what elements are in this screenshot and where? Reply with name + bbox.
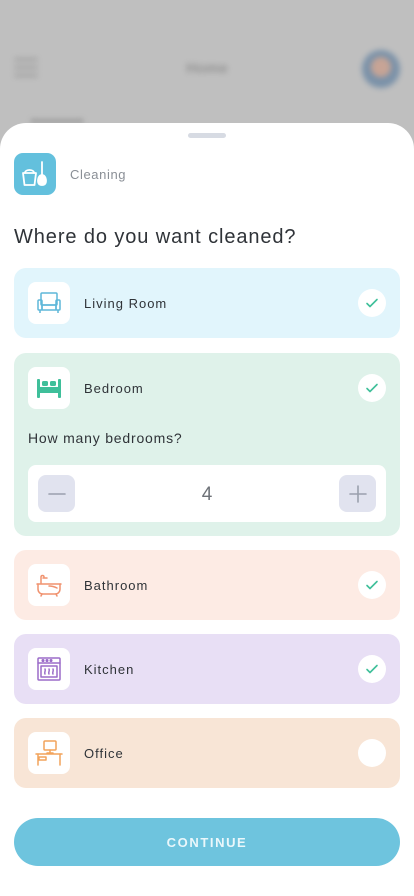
room-option-kitchen[interactable]: Kitchen <box>14 634 400 704</box>
bedrooms-question: How many bedrooms? <box>28 430 183 446</box>
bed-icon <box>28 367 70 409</box>
cleaning-bucket-icon <box>14 153 56 195</box>
room-name: Bedroom <box>84 381 144 396</box>
continue-button[interactable]: CONTINUE <box>14 818 400 866</box>
checkmark-icon[interactable] <box>358 655 386 683</box>
unchecked-circle[interactable] <box>358 739 386 767</box>
avatar <box>362 50 400 88</box>
bottom-sheet: Cleaning Where do you want cleaned? Livi… <box>0 123 414 896</box>
room-option-bathroom[interactable]: Bathroom <box>14 550 400 620</box>
desk-icon <box>28 732 70 774</box>
bedroom-count-stepper: 4 <box>28 465 386 522</box>
checkmark-icon[interactable] <box>358 571 386 599</box>
room-name: Living Room <box>84 296 168 311</box>
page-title: Where do you want cleaned? <box>14 226 297 248</box>
room-name: Kitchen <box>84 662 135 677</box>
room-name: Bathroom <box>84 578 149 593</box>
sheet-handle[interactable] <box>188 133 226 138</box>
checkmark-icon[interactable] <box>358 289 386 317</box>
background-header: Home <box>0 38 414 98</box>
armchair-icon <box>28 282 70 324</box>
bedroom-count-value: 4 <box>201 484 213 505</box>
increment-button[interactable] <box>339 475 376 512</box>
oven-icon <box>28 648 70 690</box>
room-name: Office <box>84 746 124 761</box>
room-option-office[interactable]: Office <box>14 718 400 788</box>
room-option-bedroom[interactable]: Bedroom How many bedrooms? 4 <box>14 353 400 536</box>
bathtub-icon <box>28 564 70 606</box>
plus-icon <box>348 484 367 503</box>
service-label: Cleaning <box>70 167 127 182</box>
room-option-living-room[interactable]: Living Room <box>14 268 400 338</box>
checkmark-icon[interactable] <box>358 374 386 402</box>
background-title: Home <box>186 60 228 77</box>
